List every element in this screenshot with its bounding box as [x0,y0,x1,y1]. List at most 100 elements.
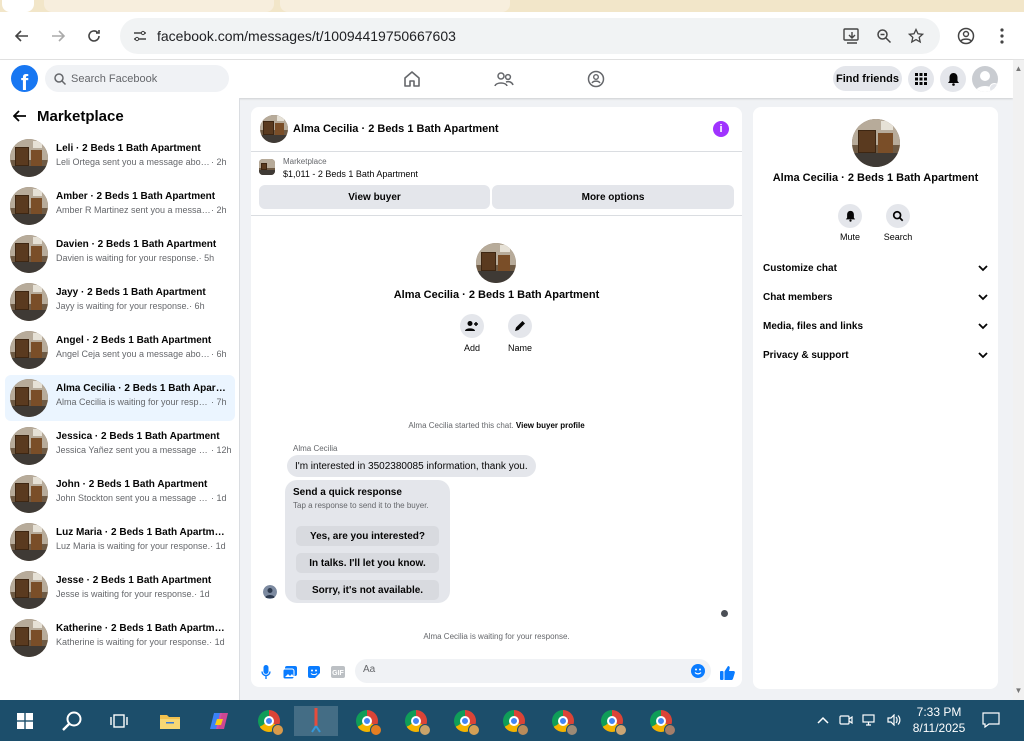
chrome-icon [650,710,676,736]
gif-icon[interactable]: GIF [330,664,346,680]
tab[interactable] [44,0,274,12]
nav-home[interactable] [401,68,423,90]
zoom-icon[interactable] [872,24,896,48]
account-avatar[interactable] [972,66,998,92]
search-in-chat-button[interactable]: Search [880,204,916,242]
taskbar-search-button[interactable] [57,706,87,736]
microphone-icon[interactable] [258,664,274,680]
chrome-window-button[interactable] [597,706,627,736]
conversation-item[interactable]: Alma Cecilia · 2 Beds 1 Bath Apart... Alm… [5,375,235,421]
reload-button[interactable] [80,22,108,50]
listing-title[interactable]: $1,011 - 2 Beds 1 Bath Apartment [283,169,418,179]
photo-icon[interactable] [282,664,298,680]
scroll-down-arrow-icon[interactable]: ▼ [1014,686,1023,695]
meet-now-icon[interactable] [838,712,854,728]
conversation-item[interactable]: Jesse · 2 Beds 1 Bath Apartment Jesse is … [5,567,235,613]
conversation-name: Katherine · 2 Beds 1 Bath Apartment [56,623,226,634]
install-app-icon[interactable] [840,24,864,48]
conversation-item[interactable]: Leli · 2 Beds 1 Bath Apartment Leli Orteg… [5,135,235,181]
add-label: Add [463,343,480,353]
details-section-row[interactable]: Customize chat [763,258,988,278]
reload-icon [88,30,100,42]
emoji-icon[interactable] [691,664,705,678]
nav-groups[interactable] [585,68,607,90]
quick-response-title: Send a quick response [293,487,402,498]
chrome-window-button[interactable] [450,706,480,736]
view-buyer-profile-link[interactable]: View buyer profile [516,421,585,430]
conversation-item[interactable]: Luz Maria · 2 Beds 1 Bath Apartment Luz M… [5,519,235,565]
facebook-logo-icon[interactable]: f [11,65,38,92]
copilot-button[interactable] [204,706,234,736]
nav-friends[interactable] [493,68,515,90]
view-buyer-button[interactable]: View buyer [259,185,490,209]
details-section-row[interactable]: Media, files and links [763,316,988,336]
friends-icon [494,72,514,87]
quick-reply-button[interactable]: Sorry, it's not available. [296,580,439,600]
notification-center-icon[interactable] [982,711,1000,729]
quick-reply-button[interactable]: Yes, are you interested? [296,526,439,546]
quick-reply-button[interactable]: In talks. I'll let you know. [296,553,439,573]
forward-button[interactable] [44,22,72,50]
back-button[interactable] [10,106,30,126]
chrome-window-button[interactable] [352,706,382,736]
chrome-window-button[interactable] [646,706,676,736]
find-friends-button[interactable]: Find friends [833,66,902,91]
details-name: Alma Cecilia · 2 Beds 1 Bath Apartment [772,172,979,184]
conversation-item[interactable]: Davien · 2 Beds 1 Bath Apartment Davien i… [5,231,235,277]
details-section-row[interactable]: Chat members [763,287,988,307]
profile-button[interactable] [952,22,980,50]
arrow-right-icon [52,30,66,42]
chrome-window-button[interactable] [254,706,284,736]
file-explorer-button[interactable] [155,706,185,736]
windows-taskbar: 7:33 PM 8/11/2025 [0,700,1024,741]
task-view-button[interactable] [104,706,134,736]
chrome-window-button[interactable] [499,706,529,736]
conversation-item[interactable]: Angel · 2 Beds 1 Bath Apartment Angel Cej… [5,327,235,373]
listing-thumbnail[interactable] [259,159,275,175]
conversation-preview-text: Davien is waiting for your response. [56,253,199,263]
chrome-icon [503,710,529,736]
tab[interactable] [280,0,510,12]
tab-active[interactable] [2,0,34,12]
conversation-time: · 1d [209,637,225,647]
start-button[interactable] [10,706,40,736]
menu-button[interactable] [908,66,934,92]
conversation-avatar [10,235,48,273]
chat-avatar[interactable] [260,115,288,143]
active-app-button[interactable] [294,706,338,736]
conversation-time: · 7h [211,397,227,407]
sticker-icon[interactable] [306,664,322,680]
site-settings-icon[interactable] [130,26,150,46]
facebook-search[interactable] [45,65,229,92]
mute-button[interactable]: Mute [832,204,868,242]
scroll-up-arrow-icon[interactable]: ▲ [1014,64,1023,73]
network-icon[interactable] [862,712,878,728]
taskbar-clock[interactable]: 7:33 PM 8/11/2025 [905,704,973,736]
thumbs-up-icon[interactable] [719,664,735,680]
conversation-item[interactable]: Amber · 2 Beds 1 Bath Apartment Amber R M… [5,183,235,229]
page-scrollbar[interactable]: ▲ ▼ [1013,60,1024,700]
info-icon[interactable]: i [713,121,729,137]
message-input-wrapper[interactable] [355,659,711,683]
conversation-item[interactable]: Jayy · 2 Beds 1 Bath Apartment Jayy is wa… [5,279,235,325]
tray-chevron-up-icon[interactable] [815,712,831,728]
search-input[interactable] [71,72,221,85]
chat-started-text: Alma Cecilia started this chat. [408,421,516,430]
message-input[interactable] [363,664,683,675]
chrome-window-button[interactable] [548,706,578,736]
bookmark-star-icon[interactable] [904,24,928,48]
conversation-item[interactable]: Katherine · 2 Beds 1 Bath Apartment Kathe… [5,615,235,661]
back-button[interactable] [8,22,36,50]
conversation-item[interactable]: John · 2 Beds 1 Bath Apartment John Stock… [5,471,235,517]
rename-button[interactable]: Name [505,314,535,353]
browser-menu-button[interactable] [988,22,1016,50]
notifications-button[interactable] [940,66,966,92]
more-options-button[interactable]: More options [492,185,734,209]
conversation-item[interactable]: Jessica · 2 Beds 1 Bath Apartment Jessica… [5,423,235,469]
volume-icon[interactable] [886,712,902,728]
details-section-row[interactable]: Privacy & support [763,345,988,365]
add-people-button[interactable]: Add [457,314,487,353]
conversation-name: Luz Maria · 2 Beds 1 Bath Apartment [56,527,226,538]
address-bar[interactable]: facebook.com/messages/t/1009441975066760… [120,18,940,54]
chrome-window-button[interactable] [401,706,431,736]
